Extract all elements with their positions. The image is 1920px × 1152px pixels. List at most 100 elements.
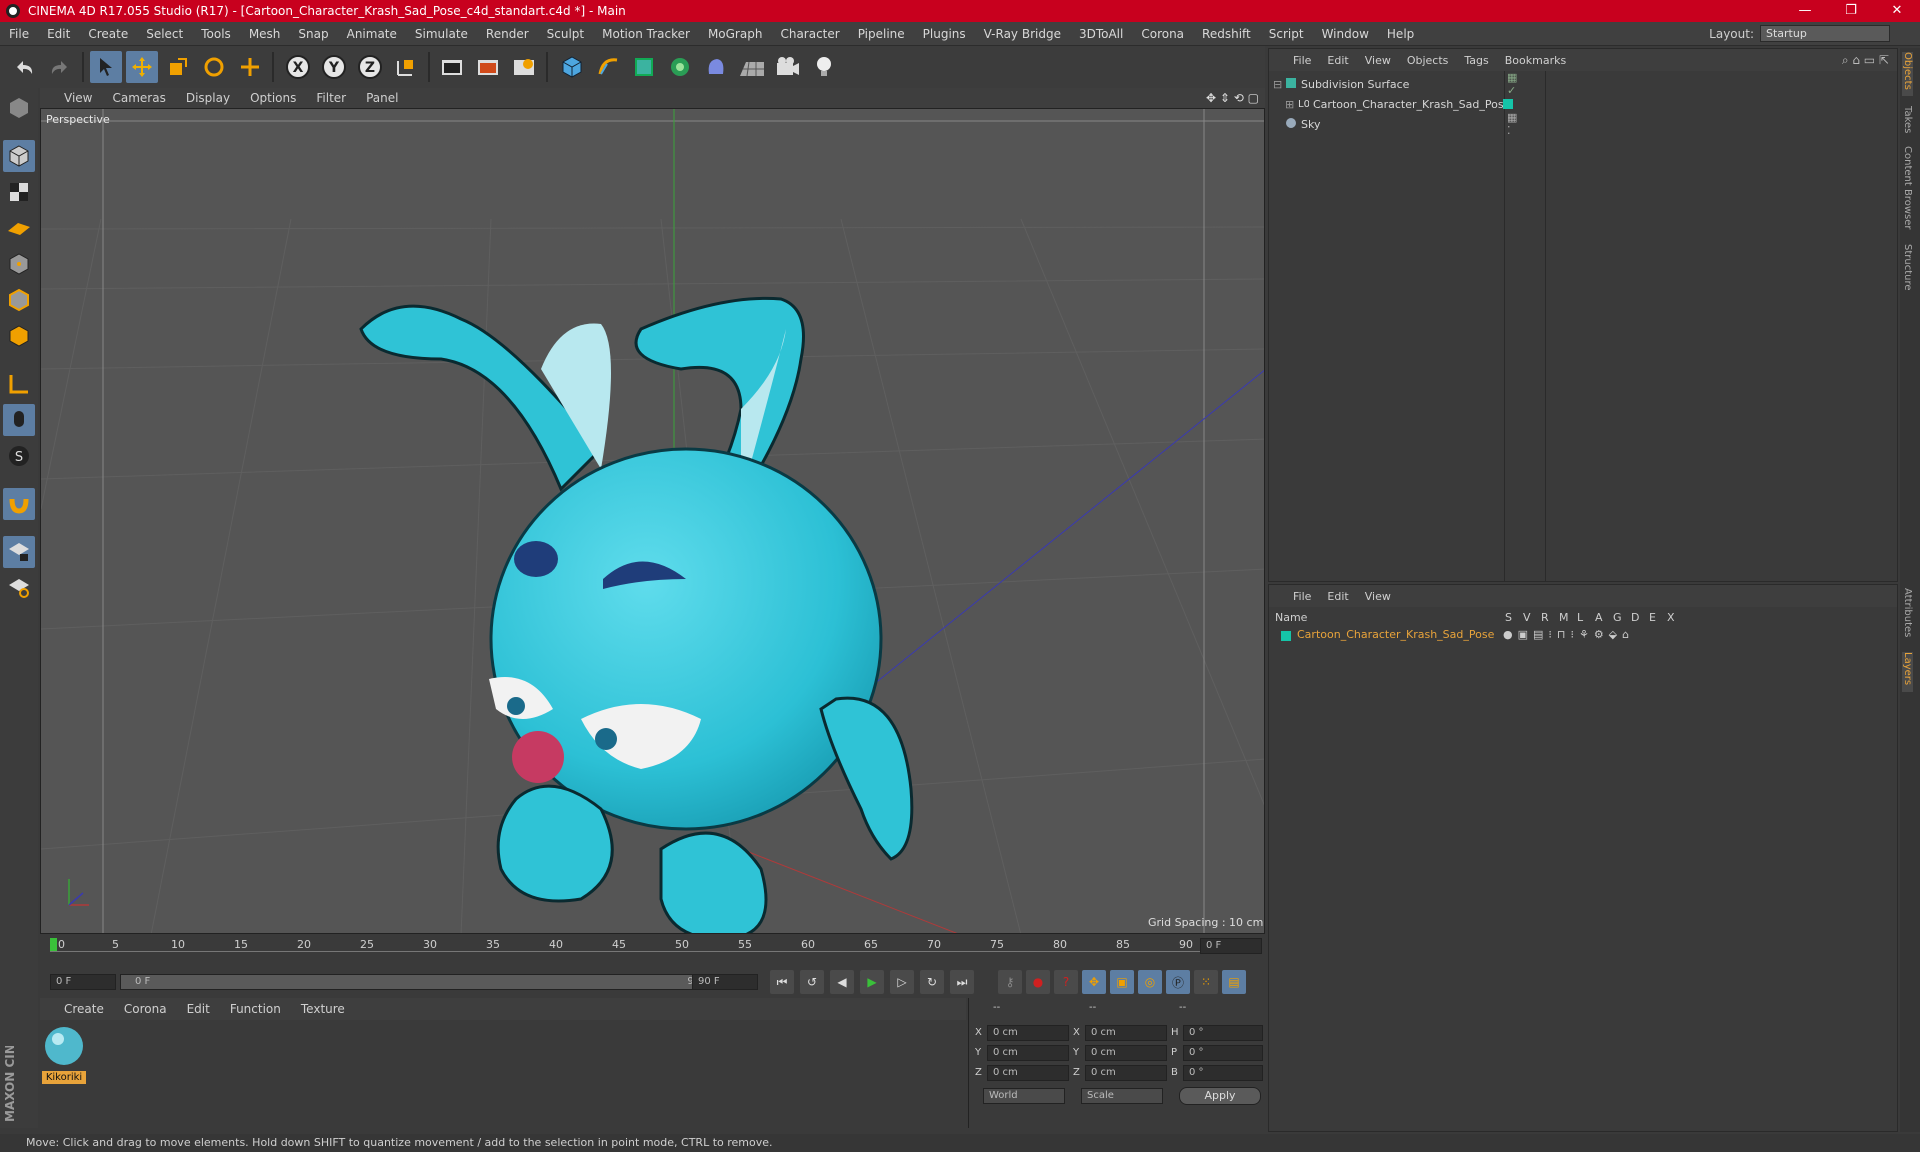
playhead-marker[interactable] [50,938,57,952]
magnet-icon[interactable] [3,488,35,520]
render-settings-icon[interactable] [508,51,540,83]
material-swatch[interactable]: Kikoriki [42,1024,86,1084]
menu-character[interactable]: Character [771,27,848,41]
tab-layers[interactable]: Layers [1902,652,1913,692]
objects-menu-tags[interactable]: Tags [1456,54,1496,67]
floor-environment-icon[interactable] [736,51,768,83]
edges-mode-icon[interactable] [3,284,35,316]
material-menu-create[interactable]: Create [54,1002,114,1016]
camera-icon[interactable] [772,51,804,83]
layout-select[interactable]: Startup [1760,25,1890,42]
play-icon[interactable]: ▶ [860,970,884,994]
menu-sculpt[interactable]: Sculpt [538,27,593,41]
menu-vray-bridge[interactable]: V-Ray Bridge [975,27,1070,41]
menu-window[interactable]: Window [1313,27,1378,41]
layer-row[interactable]: Cartoon_Character_Krash_Sad_Pose ●▣▤⁝⊓⁝⚘… [1269,628,1897,644]
size-z-field[interactable]: 0 cm [1085,1065,1167,1081]
object-row-subdivision-surface[interactable]: ⊟ Subdivision Surface ▦ ✓ [1273,71,1517,97]
viewport-menu-cameras[interactable]: Cameras [102,91,175,105]
size-x-field[interactable]: 0 cm [1085,1025,1167,1041]
make-editable-icon[interactable] [3,92,35,124]
rotation-p-field[interactable]: 0 ° [1183,1045,1263,1061]
snapping-icon[interactable]: S [3,440,35,472]
position-y-field[interactable]: 0 cm [987,1045,1069,1061]
undo-button[interactable] [8,51,40,83]
render-view-icon[interactable] [436,51,468,83]
menu-file[interactable]: File [0,27,38,41]
object-row-sky[interactable]: Sky ▦ ⁚ [1273,111,1517,137]
rotation-h-field[interactable]: 0 ° [1183,1025,1263,1041]
live-selection-icon[interactable] [234,51,266,83]
x-axis-lock-button[interactable]: X [282,51,314,83]
tweak-mode-icon[interactable] [3,404,35,436]
coordinate-system-icon[interactable] [390,51,422,83]
z-axis-lock-button[interactable]: Z [354,51,386,83]
frame-range-slider[interactable]: 0 F 90 F [120,974,724,990]
layer-color-swatch[interactable] [1281,631,1291,641]
next-key-icon[interactable]: ↻ [920,970,944,994]
layers-menu-view[interactable]: View [1357,590,1399,603]
menu-snap[interactable]: Snap [289,27,337,41]
position-z-field[interactable]: 0 cm [987,1065,1069,1081]
menu-pipeline[interactable]: Pipeline [849,27,914,41]
size-y-field[interactable]: 0 cm [1085,1045,1167,1061]
key-rotation-icon[interactable]: ◎ [1138,970,1162,994]
object-row-character[interactable]: ⊞ L0 Cartoon_Character_Krash_Sad_Pose [1285,95,1513,113]
objects-search-icon[interactable]: ⌕ ⌂ ▭ ⇱ [1842,53,1889,68]
menu-script[interactable]: Script [1260,27,1313,41]
material-menu-corona[interactable]: Corona [114,1002,177,1016]
tab-attributes[interactable]: Attributes [1902,588,1913,637]
menu-edit[interactable]: Edit [38,27,79,41]
subdivision-surface-icon[interactable] [628,51,660,83]
tab-objects[interactable]: Objects [1902,52,1913,96]
scale-tool-icon[interactable] [162,51,194,83]
menu-plugins[interactable]: Plugins [914,27,975,41]
viewport-menu-display[interactable]: Display [176,91,240,105]
objects-menu-bookmarks[interactable]: Bookmarks [1497,54,1574,67]
viewport-menu-panel[interactable]: Panel [356,91,408,105]
tab-takes[interactable]: Takes [1902,106,1913,133]
current-frame-field[interactable]: 0 F [1200,938,1262,954]
go-to-start-icon[interactable]: ⏮ [770,970,794,994]
auto-key-icon[interactable]: ? [1054,970,1078,994]
go-to-end-icon[interactable]: ⏭ [950,970,974,994]
cube-object-icon[interactable] [556,51,588,83]
size-mode-select[interactable]: Scale [1081,1088,1163,1104]
key-scale-icon[interactable]: ▣ [1110,970,1134,994]
coordinate-space-select[interactable]: World [983,1088,1065,1104]
previous-key-icon[interactable]: ↺ [800,970,824,994]
timeline-window-icon[interactable]: ▤ [1222,970,1246,994]
keyframe-selection-icon[interactable]: ⚷ [998,970,1022,994]
menu-mograph[interactable]: MoGraph [699,27,772,41]
menu-corona[interactable]: Corona [1132,27,1193,41]
close-button[interactable]: ✕ [1874,0,1920,22]
apply-button[interactable]: Apply [1179,1087,1261,1105]
redo-button[interactable] [44,51,76,83]
tab-structure[interactable]: Structure [1902,244,1913,291]
viewport-nav-icons[interactable]: ✥ ⇕ ⟲ ▢ [1206,91,1259,105]
visibility-dots-icon[interactable]: ▦ ⁚ [1507,111,1517,137]
menu-help[interactable]: Help [1378,27,1423,41]
grid-lock-icon[interactable] [3,536,35,568]
grid-dynamics-icon[interactable] [3,572,35,604]
visibility-check-icon[interactable]: ▦ ✓ [1507,71,1517,97]
perspective-viewport[interactable] [40,108,1265,934]
deformer-icon[interactable] [700,51,732,83]
mograph-cloner-icon[interactable] [664,51,696,83]
texture-mode-icon[interactable] [3,176,35,208]
end-frame-field[interactable]: 90 F [692,974,758,990]
viewport-menu-filter[interactable]: Filter [306,91,356,105]
next-frame-icon[interactable]: ▷ [890,970,914,994]
rotate-tool-icon[interactable] [198,51,230,83]
key-position-icon[interactable]: ✥ [1082,970,1106,994]
menu-mesh[interactable]: Mesh [240,27,290,41]
start-frame-field[interactable]: 0 F [50,974,116,990]
model-mode-icon[interactable] [3,140,35,172]
previous-frame-icon[interactable]: ◀ [830,970,854,994]
layers-menu-file[interactable]: File [1285,590,1319,603]
menu-render[interactable]: Render [477,27,538,41]
objects-menu-edit[interactable]: Edit [1319,54,1356,67]
spline-pen-icon[interactable] [592,51,624,83]
maximize-button[interactable]: ❐ [1828,0,1874,22]
light-icon[interactable] [808,51,840,83]
